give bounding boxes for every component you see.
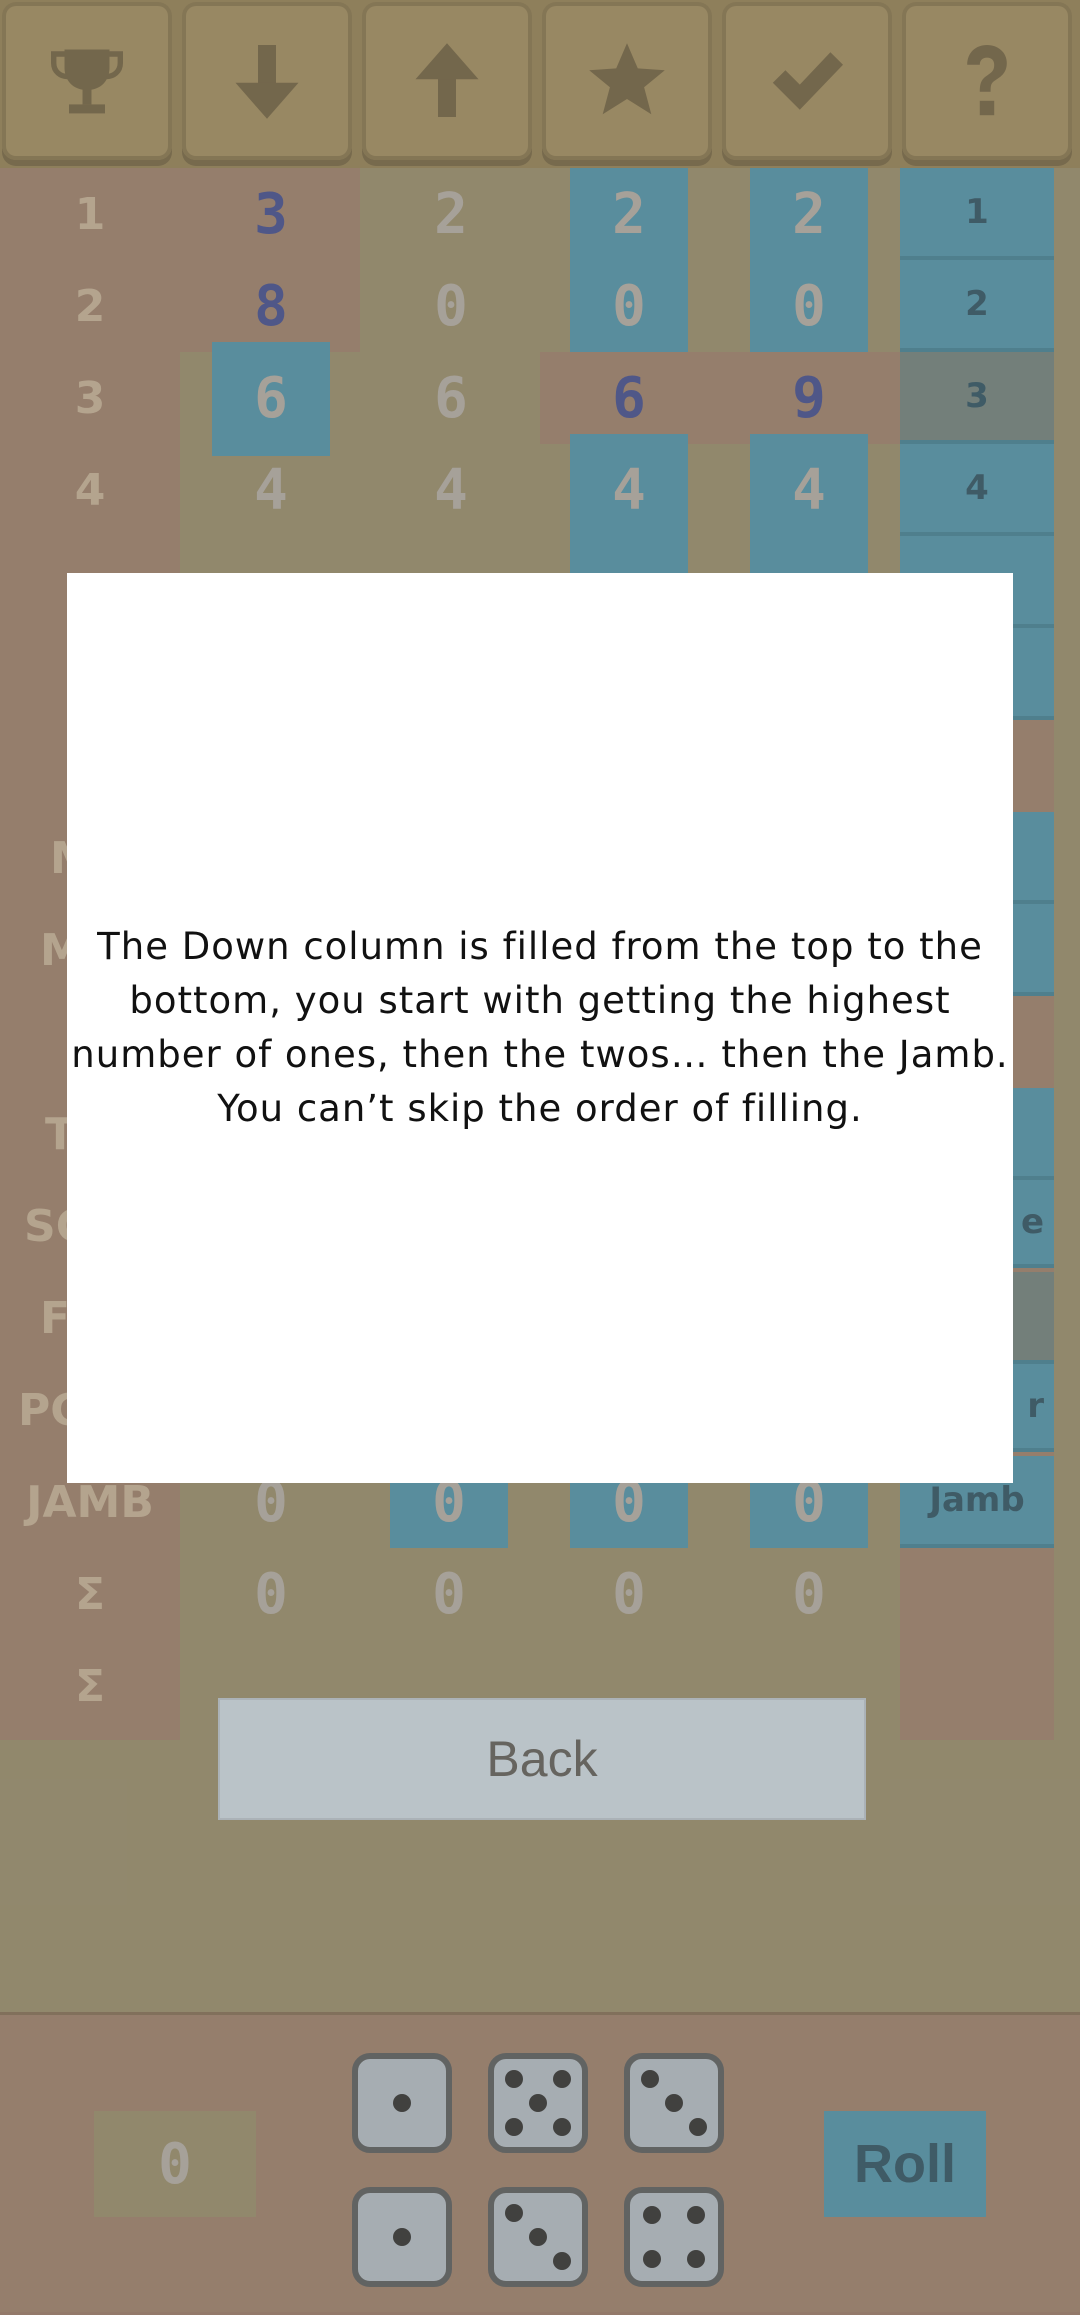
help-dialog: The Down column is filled from the top t…	[67, 573, 1013, 1483]
dialog-message: The Down column is filled from the top t…	[71, 925, 1009, 1130]
